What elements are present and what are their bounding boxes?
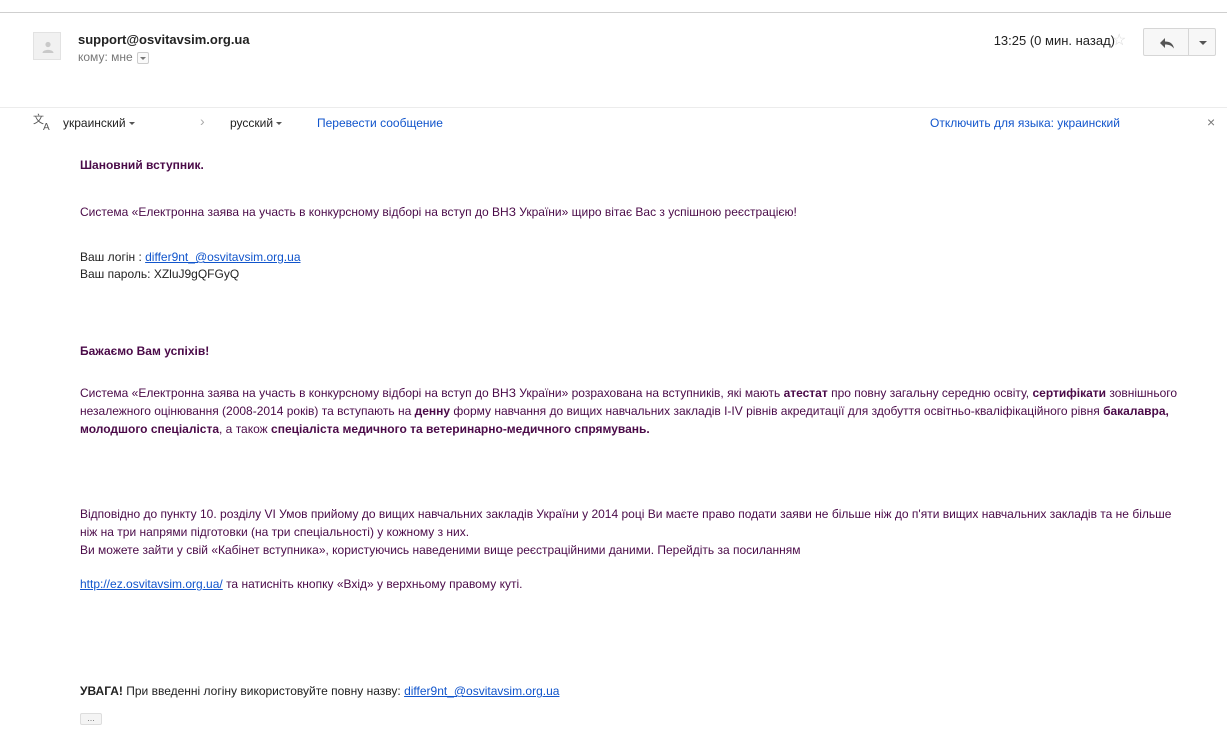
warning-line: УВАГА! При введенні логіну використовуйт… — [80, 684, 559, 698]
paragraph-requirements: Система «Електронна заява на участь в ко… — [80, 384, 1190, 438]
p1-text-2: про повну загальну середню освіту, — [827, 386, 1033, 400]
paragraph-cabinet-link-line: http://ez.osvitavsim.org.ua/ та натисніт… — [80, 577, 522, 591]
cabinet-link-suffix: та натисніть кнопку «Вхід» у верхньому п… — [222, 577, 523, 591]
recipient-details-icon[interactable] — [136, 51, 149, 64]
person-icon — [42, 41, 54, 53]
p1-bold-1: атестат — [783, 386, 828, 400]
p1-bold-2: сертифікати — [1032, 386, 1107, 400]
welcome-text: Система «Електронна заява на участь в ко… — [80, 205, 797, 219]
show-trimmed-content-button[interactable]: ... — [80, 713, 102, 725]
p1-bold-3: денну — [414, 404, 451, 418]
sender-address[interactable]: support@osvitavsim.org.ua — [78, 32, 250, 47]
avatar — [33, 32, 61, 60]
chevron-down-icon — [276, 122, 283, 125]
cabinet-link[interactable]: http://ez.osvitavsim.org.ua/ — [80, 577, 223, 591]
chevron-down-icon — [128, 122, 135, 125]
star-icon[interactable]: ☆ — [1112, 30, 1126, 50]
translation-bar: 文 A украинский › русский Перевести сообщ… — [0, 107, 1227, 136]
close-icon[interactable]: × — [1207, 114, 1215, 130]
greeting: Шановний вступник. — [80, 158, 204, 172]
password-line: Ваш пароль: XZluJ9gQFGyQ — [80, 267, 239, 281]
wish-heading: Бажаємо Вам успіхів! — [80, 344, 210, 358]
message-timestamp: 13:25 (0 мин. назад) — [993, 33, 1115, 48]
paragraph-cabinet-intro: Ви можете зайти у свій «Кабінет вступник… — [80, 543, 801, 557]
warning-label: УВАГА! — [80, 684, 123, 698]
recipient-label[interactable]: кому: мне — [78, 50, 149, 64]
target-language-select[interactable]: русский — [230, 116, 283, 130]
password-value: XZluJ9gQFGyQ — [153, 267, 240, 281]
source-language-select[interactable]: украинский — [63, 116, 135, 130]
translate-message-link[interactable]: Перевести сообщение — [317, 116, 443, 130]
reply-button[interactable] — [1143, 28, 1189, 56]
p1-text-4: форму навчання до вищих навчальних закла… — [450, 404, 1104, 418]
warning-login-link[interactable]: differ9nt_@osvitavsim.org.ua — [404, 684, 559, 698]
login-line: Ваш логін : differ9nt_@osvitavsim.org.ua — [80, 250, 301, 264]
translate-icon: 文 A — [33, 112, 50, 132]
paragraph-rules: Відповідно до пункту 10. розділу VI Умов… — [80, 507, 1172, 539]
p1-text-5: , а також — [219, 422, 272, 436]
p1-text-1: Система «Електронна заява на участь в ко… — [80, 386, 784, 400]
message-header: support@osvitavsim.org.ua кому: мне 13:2… — [0, 28, 1227, 88]
reply-icon — [1160, 38, 1174, 49]
login-label: Ваш логін : — [80, 250, 146, 264]
password-label: Ваш пароль: — [80, 267, 154, 281]
more-actions-button[interactable] — [1188, 28, 1216, 56]
svg-text:A: A — [43, 122, 50, 132]
source-language-label: украинский — [63, 116, 126, 130]
arrow-right-icon: › — [200, 113, 205, 129]
warning-text: При введенні логіну використовуйте повну… — [122, 684, 405, 698]
disable-translation-link[interactable]: Отключить для языка: украинский — [930, 116, 1120, 130]
window-top-edge — [0, 0, 1227, 13]
target-language-label: русский — [230, 116, 274, 130]
p1-bold-5: спеціаліста медичного та ветеринарно-мед… — [271, 422, 650, 436]
login-email-link[interactable]: differ9nt_@osvitavsim.org.ua — [145, 250, 300, 264]
recipient-text: кому: мне — [78, 50, 133, 64]
